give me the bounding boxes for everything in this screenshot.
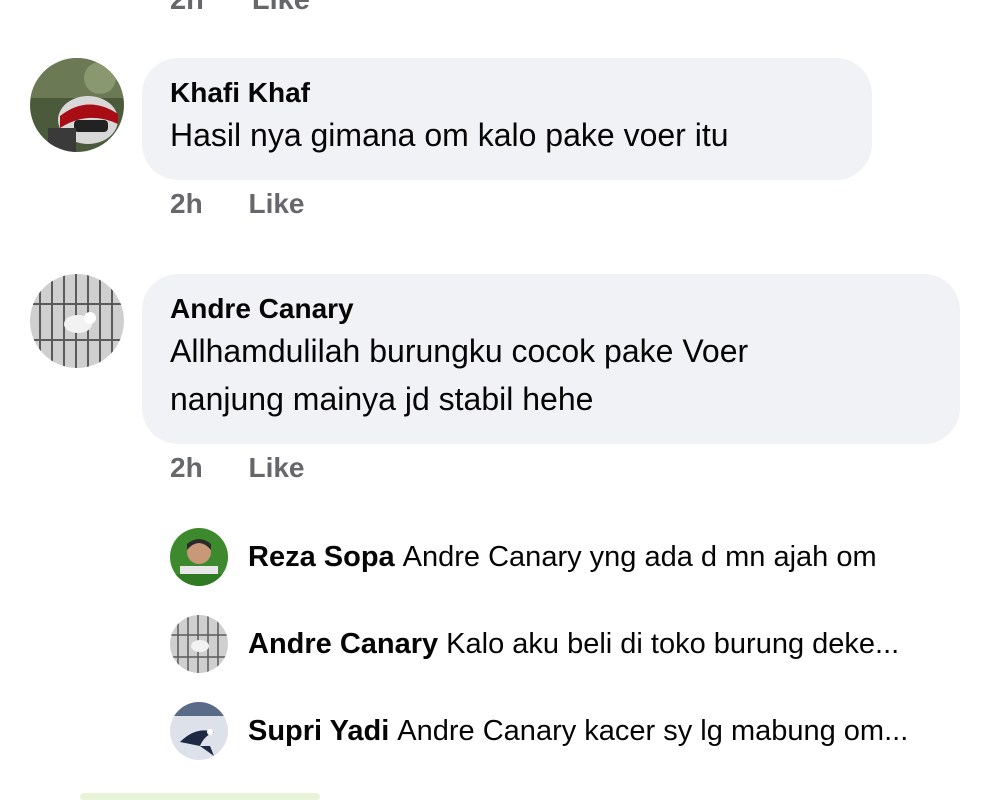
reply-item[interactable]: Andre Canary Kalo aku beli di toko burung… — [0, 615, 989, 675]
reply-text: Andre Canary yng ada d mn ajah om — [402, 541, 877, 573]
reply-item[interactable]: Supri Yadi Andre Canary kacer sy lg mabun… — [0, 702, 989, 762]
comment-author[interactable]: Khafi Khaf — [170, 76, 844, 110]
timestamp: 2h — [170, 0, 204, 16]
reply-text: Kalo aku beli di toko burung deke... — [446, 628, 900, 660]
bird-cage-avatar-icon — [170, 615, 228, 673]
reply-author[interactable]: Supri Yadi — [248, 715, 389, 747]
avatar[interactable] — [30, 274, 124, 368]
like-button[interactable]: Like — [248, 452, 304, 483]
comment-meta: 2h Like — [170, 452, 305, 484]
comment-text-line: Allhamdulilah burungku cocok pake Voer — [170, 333, 749, 369]
avatar[interactable] — [30, 58, 124, 152]
reply-author[interactable]: Andre Canary — [248, 628, 438, 660]
bird-cage-avatar-icon — [30, 274, 124, 368]
reply-author[interactable]: Reza Sopa — [248, 541, 395, 573]
previous-comment-meta: 2h Like — [170, 0, 350, 17]
helmet-rider-avatar-icon — [30, 58, 124, 152]
reply-text: Andre Canary kacer sy lg mabung om... — [397, 715, 909, 747]
timestamp[interactable]: 2h — [170, 188, 203, 219]
person-avatar-icon — [170, 528, 228, 586]
next-comment-edge — [80, 793, 320, 800]
avatar[interactable] — [170, 702, 228, 760]
like-button[interactable]: Like — [248, 188, 304, 219]
comment-bubble: Khafi Khaf Hasil nya gimana om kalo pake… — [142, 58, 872, 180]
timestamp[interactable]: 2h — [170, 452, 203, 483]
avatar[interactable] — [170, 615, 228, 673]
bird-avatar-icon — [170, 702, 228, 760]
comment-author[interactable]: Andre Canary — [170, 292, 932, 326]
reply-item[interactable]: Reza Sopa Andre Canary yng ada d mn ajah … — [0, 528, 989, 588]
like-button[interactable]: Like — [252, 0, 310, 16]
comment-bubble: Andre Canary Allhamdulilah burungku coco… — [142, 274, 960, 444]
comment-text-line: nanjung mainya jd stabil hehe — [170, 381, 594, 417]
comment-text: Hasil nya gimana om kalo pake voer itu — [170, 117, 729, 153]
comment-meta: 2h Like — [170, 188, 305, 220]
avatar[interactable] — [170, 528, 228, 586]
